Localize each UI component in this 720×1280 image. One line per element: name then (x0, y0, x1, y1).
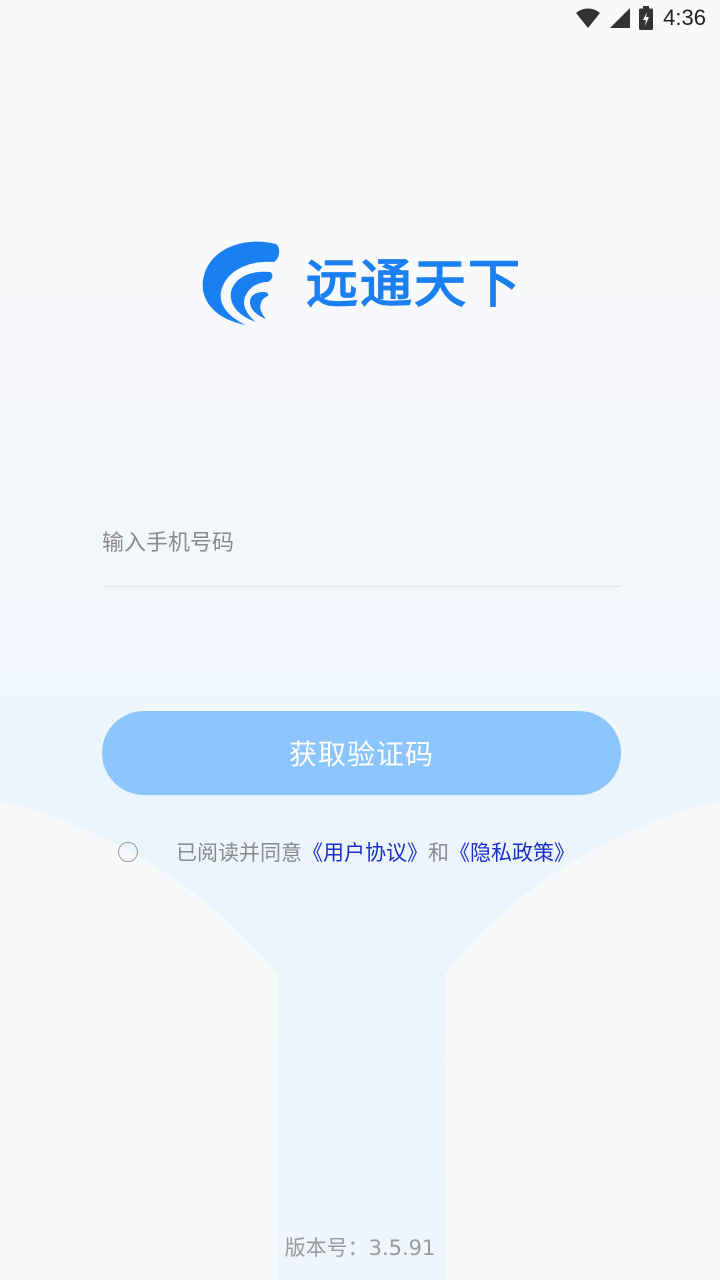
input-underline (102, 586, 621, 587)
status-time: 4:36 (663, 5, 706, 30)
battery-charging-icon (639, 6, 654, 30)
background-shape (0, 300, 720, 1280)
user-agreement-link[interactable]: 《用户协议》 (302, 837, 428, 867)
version-label: 版本号：3.5.91 (284, 1236, 436, 1260)
agreement-row: 已阅读并同意 《用户协议》 和 《隐私政策》 (118, 836, 575, 868)
agreement-checkbox[interactable] (118, 842, 138, 862)
app-name: 远通天下 (306, 255, 523, 315)
cell-signal-icon (610, 8, 631, 28)
get-verification-code-button[interactable]: 获取验证码 (102, 711, 621, 795)
status-icons: 4:36 (575, 4, 706, 32)
agreement-prefix: 已阅读并同意 (176, 841, 302, 865)
swirl-logo-icon (202, 241, 280, 325)
phone-number-input[interactable] (102, 518, 621, 568)
agreement-conjunction: 和 (428, 841, 449, 865)
status-bar: 4:36 (0, 0, 720, 36)
privacy-policy-link[interactable]: 《隐私政策》 (449, 837, 575, 867)
wifi-icon (576, 8, 601, 28)
